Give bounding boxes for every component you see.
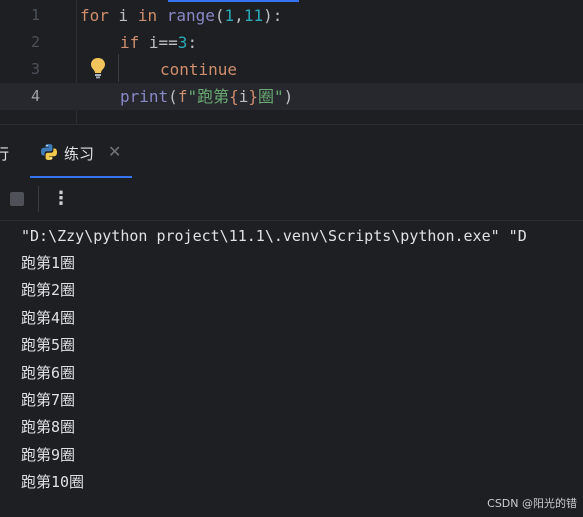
string-token: 圈" bbox=[258, 87, 284, 106]
code-text[interactable]: print(f"跑第{i}圈") bbox=[120, 83, 293, 110]
code-line-1[interactable]: 1 for i in range(1,11): bbox=[0, 2, 583, 29]
code-line-3[interactable]: 3 continue bbox=[0, 56, 583, 83]
condition-token: i== bbox=[139, 33, 178, 52]
brace-token: { bbox=[229, 87, 239, 106]
number-token: 1 bbox=[224, 6, 235, 25]
run-tool-window-tabs: 行 练习 ✕ bbox=[0, 124, 583, 179]
keyword-token: continue bbox=[160, 60, 238, 79]
colon-token: : bbox=[187, 33, 198, 52]
python-icon bbox=[40, 143, 58, 161]
line-number: 1 bbox=[30, 6, 40, 24]
console-output-line: 跑第2圈 bbox=[21, 281, 76, 299]
console-output-line: 跑第7圈 bbox=[21, 391, 76, 409]
console-output-line: 跑第5圈 bbox=[21, 336, 76, 354]
number-token: 3 bbox=[177, 33, 188, 52]
number-token: 11 bbox=[243, 6, 264, 25]
brace-token: } bbox=[248, 87, 259, 106]
line-number: 4 bbox=[30, 87, 40, 105]
tab-run-partial[interactable]: 行 bbox=[0, 143, 9, 164]
keyword-token: in bbox=[137, 6, 158, 25]
identifier-token: i bbox=[108, 6, 138, 25]
console-output-line: 跑第10圈 bbox=[21, 473, 85, 491]
code-text[interactable]: for i in range(1,11): bbox=[80, 2, 282, 29]
ide-window: 1 for i in range(1,11): 2 if i==3: 3 con… bbox=[0, 0, 583, 517]
code-line-4[interactable]: 4 print(f"跑第{i}圈") bbox=[0, 83, 583, 110]
paren-token: ( bbox=[168, 87, 178, 106]
paren-token: ( bbox=[214, 6, 225, 25]
builtin-token: print bbox=[120, 87, 169, 106]
comma-token: , bbox=[234, 6, 244, 25]
keyword-token: if bbox=[120, 33, 140, 52]
more-vertical-icon[interactable]: ⋮ bbox=[52, 187, 70, 211]
console-output[interactable]: "D:\Zzy\python project\11.1\.venv\Script… bbox=[0, 221, 583, 517]
close-icon[interactable]: ✕ bbox=[108, 143, 121, 161]
code-line-2[interactable]: 2 if i==3: bbox=[0, 29, 583, 56]
console-output-line: 跑第6圈 bbox=[21, 364, 76, 382]
tab-run-config[interactable]: 练习 ✕ bbox=[30, 125, 132, 179]
tab-label: 练习 bbox=[64, 145, 95, 163]
code-text[interactable]: if i==3: bbox=[120, 29, 197, 56]
console-output-line: 跑第9圈 bbox=[21, 446, 76, 464]
console-output-line: 跑第4圈 bbox=[21, 309, 76, 327]
line-number: 3 bbox=[30, 60, 40, 78]
console-output-line: 跑第1圈 bbox=[21, 254, 76, 272]
stop-icon[interactable] bbox=[10, 192, 24, 206]
code-text[interactable]: continue bbox=[160, 56, 237, 83]
code-editor[interactable]: 1 for i in range(1,11): 2 if i==3: 3 con… bbox=[0, 0, 583, 124]
builtin-token: range bbox=[166, 6, 215, 25]
line-number: 2 bbox=[30, 33, 40, 51]
paren-token: ): bbox=[263, 6, 283, 25]
watermark: CSDN @阳光的错 bbox=[487, 497, 577, 510]
lightbulb-icon[interactable] bbox=[89, 57, 107, 79]
run-toolbar: ⋮ bbox=[0, 178, 583, 221]
identifier-token: i bbox=[238, 87, 249, 106]
keyword-token: for bbox=[80, 6, 109, 25]
string-token: "跑第 bbox=[187, 87, 230, 106]
console-command-line: "D:\Zzy\python project\11.1\.venv\Script… bbox=[21, 227, 527, 245]
console-output-line: 跑第8圈 bbox=[21, 418, 76, 436]
fstring-prefix-token: f bbox=[177, 87, 188, 106]
paren-token: ) bbox=[283, 87, 294, 106]
toolbar-separator bbox=[38, 186, 39, 212]
